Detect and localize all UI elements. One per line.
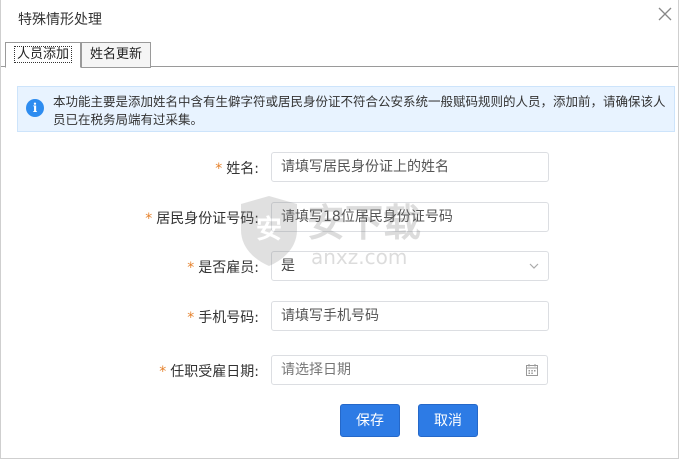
name-input[interactable]: 请填写居民身份证上的姓名 <box>271 152 549 182</box>
phone-label: * 手机号码: <box>187 307 259 327</box>
required-mark: * <box>145 211 153 227</box>
info-notice: i 本功能主要是添加姓名中含有生僻字符或居民身份证不符合公安系统一般赋码规则的人… <box>17 86 675 132</box>
required-mark: * <box>159 364 167 380</box>
name-label: * 姓名: <box>215 158 259 178</box>
save-button[interactable]: 保存 <box>340 404 400 437</box>
form-row-employment-date: * 任职受雇日期: 请选择日期 <box>1 355 678 387</box>
employment-date-placeholder: 请选择日期 <box>281 362 351 378</box>
required-mark: * <box>187 260 195 276</box>
tab-strip: 人员添加 姓名更新 <box>1 38 678 68</box>
name-label-text: 姓名: <box>226 161 259 177</box>
close-icon[interactable] <box>656 5 674 23</box>
dialog-title: 特殊情形处理 <box>18 12 102 28</box>
employment-date-picker[interactable]: 请选择日期 <box>271 355 548 385</box>
form-row-id-number: * 居民身份证号码: 请填写18位居民身份证号码 <box>1 202 678 234</box>
is-employee-label-text: 是否雇员: <box>198 260 259 276</box>
required-mark: * <box>187 310 195 326</box>
cancel-button[interactable]: 取消 <box>418 404 478 437</box>
id-number-label-text: 居民身份证号码: <box>156 211 259 227</box>
tab-update-name-label: 姓名更新 <box>90 47 143 62</box>
is-employee-value: 是 <box>281 258 295 274</box>
id-number-input[interactable]: 请填写18位居民身份证号码 <box>271 202 549 232</box>
info-icon: i <box>26 99 44 117</box>
special-case-dialog: 特殊情形处理 人员添加 姓名更新 i 本功能主要是添加姓名中含有生僻字符或居民身… <box>0 0 679 459</box>
id-number-label: * 居民身份证号码: <box>145 208 259 228</box>
tab-add-person[interactable]: 人员添加 <box>5 42 82 68</box>
info-notice-text: 本功能主要是添加姓名中含有生僻字符或居民身份证不符合公安系统一般赋码规则的人员，… <box>53 94 666 127</box>
tab-add-person-label: 人员添加 <box>14 46 73 63</box>
is-employee-select[interactable]: 是 <box>271 251 549 281</box>
form-row-name: * 姓名: 请填写居民身份证上的姓名 <box>1 152 678 184</box>
title-bar: 特殊情形处理 <box>1 0 678 36</box>
required-mark: * <box>215 161 223 177</box>
form-row-is-employee: * 是否雇员: 是 <box>1 251 678 283</box>
phone-input[interactable]: 请填写手机号码 <box>271 301 549 331</box>
is-employee-label: * 是否雇员: <box>187 257 259 277</box>
tab-update-name[interactable]: 姓名更新 <box>81 42 152 68</box>
phone-label-text: 手机号码: <box>198 310 259 326</box>
employment-date-label: * 任职受雇日期: <box>159 361 259 381</box>
employment-date-label-text: 任职受雇日期: <box>170 364 259 380</box>
calendar-icon <box>526 364 538 376</box>
chevron-down-icon <box>529 263 539 269</box>
form-row-phone: * 手机号码: 请填写手机号码 <box>1 301 678 333</box>
